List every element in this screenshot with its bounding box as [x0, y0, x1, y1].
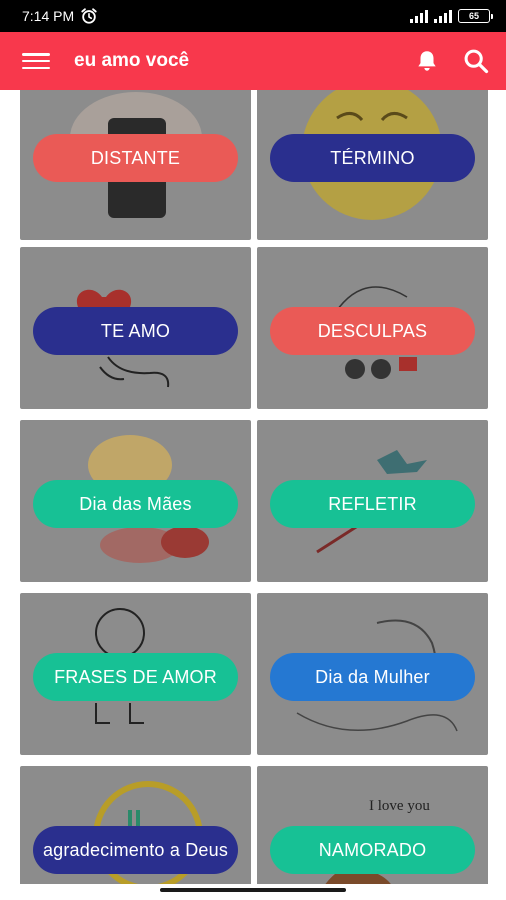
category-button-termino[interactable]: TÉRMINO	[270, 134, 475, 182]
category-label-desculpas: DESCULPAS	[317, 321, 428, 341]
app-bar: eu amo você	[0, 32, 506, 90]
status-time: 7:14 PM	[22, 8, 75, 24]
category-button-desculpas[interactable]: DESCULPAS	[270, 307, 475, 355]
bell-icon[interactable]	[414, 48, 440, 74]
system-nav-bar	[0, 884, 506, 900]
category-label-termino: TÉRMINO	[330, 148, 415, 168]
category-card-refletir[interactable]: REFLETIR	[257, 420, 488, 582]
category-button-te-amo[interactable]: TE AMO	[33, 307, 238, 355]
category-card-distante[interactable]: DISTANTE	[20, 90, 251, 240]
category-label-frases-de-amor: FRASES DE AMOR	[54, 667, 217, 687]
category-grid: DISTANTE TÉRMINO TE AMO DESCULPAS Dia da…	[0, 90, 506, 884]
app-actions	[414, 47, 490, 75]
alarm-clock-icon	[81, 8, 97, 24]
category-card-agradecimento-a-deus[interactable]: agradecimento a Deus	[20, 766, 251, 884]
category-button-dia-das-maes[interactable]: Dia das Mães	[33, 480, 238, 528]
category-label-agradecimento-a-deus: agradecimento a Deus	[42, 840, 229, 860]
battery-icon: 65	[458, 9, 493, 23]
signal-strength-icon	[410, 9, 428, 23]
category-button-dia-da-mulher[interactable]: Dia da Mulher	[270, 653, 475, 701]
category-card-dia-das-maes[interactable]: Dia das Mães	[20, 420, 251, 582]
signal-strength-icon-2	[434, 9, 452, 23]
category-label-namorado: NAMORADO	[318, 840, 427, 860]
category-button-namorado[interactable]: NAMORADO	[270, 826, 475, 874]
category-button-agradecimento-a-deus[interactable]: agradecimento a Deus	[33, 826, 238, 874]
category-card-termino[interactable]: TÉRMINO	[257, 90, 488, 240]
category-label-dia-da-mulher: Dia da Mulher	[315, 667, 430, 687]
app-title: eu amo você	[74, 50, 190, 71]
magnifier-icon[interactable]	[462, 47, 490, 75]
category-card-desculpas[interactable]: DESCULPAS	[257, 247, 488, 409]
category-label-refletir: REFLETIR	[328, 494, 417, 514]
status-left: 7:14 PM	[22, 7, 98, 25]
category-button-refletir[interactable]: REFLETIR	[270, 480, 475, 528]
category-label-te-amo: TE AMO	[100, 321, 171, 341]
love-note-text: I love you	[369, 798, 430, 814]
category-card-dia-da-mulher[interactable]: Dia da Mulher	[257, 593, 488, 755]
category-card-namorado[interactable]: I love you NAMORADO	[257, 766, 488, 884]
home-indicator[interactable]	[160, 888, 346, 892]
category-card-frases-de-amor[interactable]: FRASES DE AMOR	[20, 593, 251, 755]
hamburger-menu-icon[interactable]	[22, 50, 50, 72]
category-button-distante[interactable]: DISTANTE	[33, 134, 238, 182]
category-button-frases-de-amor[interactable]: FRASES DE AMOR	[33, 653, 238, 701]
status-right: 65	[410, 9, 493, 23]
category-card-te-amo[interactable]: TE AMO	[20, 247, 251, 409]
status-bar: 7:14 PM 65	[0, 0, 506, 32]
category-label-distante: DISTANTE	[90, 148, 181, 168]
category-label-dia-das-maes: Dia das Mães	[79, 494, 192, 514]
battery-level: 65	[468, 11, 479, 21]
